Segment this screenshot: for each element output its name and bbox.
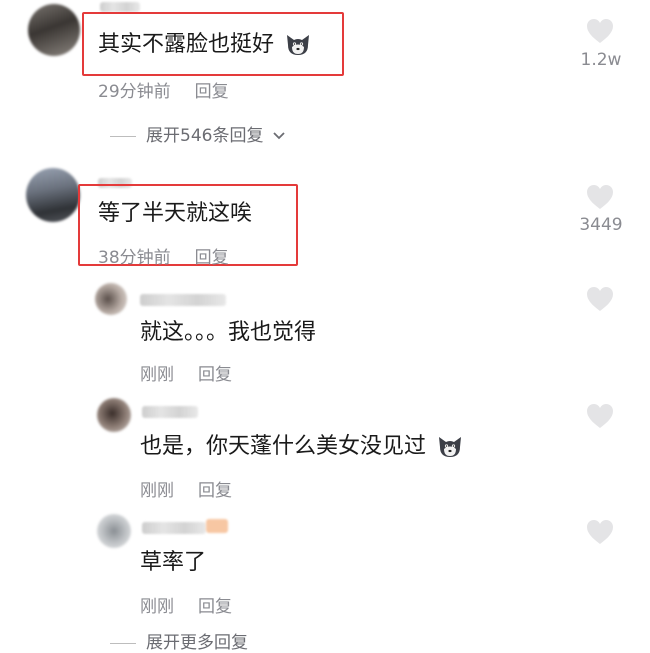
timestamp: 刚刚: [140, 365, 174, 385]
reply-button[interactable]: 回复: [195, 248, 229, 268]
reply-button[interactable]: 回复: [198, 365, 232, 385]
reply-text: 也是，你天蓬什么美女没见过: [140, 433, 463, 461]
comment-meta: 38分钟前 回复: [98, 243, 229, 268]
husky-emoji-icon: [439, 437, 462, 457]
like-heart-icon[interactable]: [586, 286, 614, 312]
username-blurred[interactable]: [142, 406, 198, 418]
reply-button[interactable]: 回复: [198, 597, 232, 617]
timestamp: 刚刚: [140, 481, 174, 501]
username-blurred[interactable]: [140, 294, 226, 306]
expand-more-replies-button[interactable]: 展开更多回复: [110, 628, 248, 653]
reply-meta: 刚刚 回复: [140, 592, 232, 617]
reply-text: 就这。。。我也觉得: [140, 320, 317, 345]
like-count: 1.2w: [580, 50, 622, 70]
expand-replies-button[interactable]: 展开546条回复: [110, 121, 286, 146]
avatar[interactable]: [97, 514, 131, 548]
reply-meta: 刚刚 回复: [140, 476, 232, 501]
comment-meta: 29分钟前 回复: [98, 77, 229, 102]
avatar[interactable]: [97, 398, 131, 432]
timestamp: 刚刚: [140, 597, 174, 617]
husky-emoji-icon: [287, 35, 310, 55]
comment-text: 等了半天就这唉: [98, 201, 253, 226]
like-heart-icon[interactable]: [586, 18, 614, 44]
timestamp: 29分钟前: [98, 82, 171, 102]
reply-button[interactable]: 回复: [198, 481, 232, 501]
like-heart-icon[interactable]: [586, 184, 614, 210]
like-count: 3449: [579, 215, 623, 235]
divider: [110, 642, 136, 644]
avatar[interactable]: [26, 168, 80, 222]
avatar[interactable]: [95, 283, 127, 315]
reply-text: 草率了: [140, 550, 207, 575]
like-heart-icon[interactable]: [586, 403, 614, 429]
timestamp: 38分钟前: [98, 248, 171, 268]
avatar[interactable]: [28, 4, 80, 56]
like-heart-icon[interactable]: [586, 519, 614, 545]
reply-button[interactable]: 回复: [195, 82, 229, 102]
username-blurred[interactable]: [100, 2, 140, 12]
comment-text: 其实不露脸也挺好: [98, 31, 311, 59]
reply-meta: 刚刚 回复: [140, 360, 232, 385]
divider: [110, 135, 136, 137]
username-blurred[interactable]: [142, 522, 206, 534]
chevron-down-icon: [273, 132, 285, 140]
user-badge: [206, 519, 228, 533]
